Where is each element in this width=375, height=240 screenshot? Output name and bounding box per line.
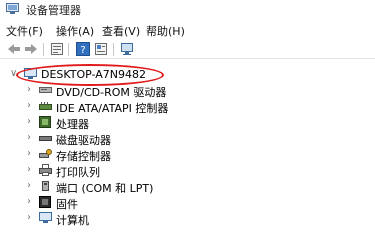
menu-bar: 文件(F) 操作(A) 查看(V) 帮助(H): [0, 19, 375, 40]
menu-view[interactable]: 查看(V): [102, 23, 140, 39]
title-bar: 设备管理器: [0, 0, 375, 19]
chevron-down-icon[interactable]: ∨: [10, 68, 19, 80]
toolbar-separator: [68, 43, 69, 56]
tree-root[interactable]: ∨ DESKTOP-A7N9482: [0, 66, 375, 83]
root-label: DESKTOP-A7N9482: [41, 68, 147, 81]
toolbar-separator: [113, 43, 114, 56]
forward-arrow-icon[interactable]: [24, 42, 38, 56]
firmware-icon: [39, 196, 52, 208]
scan-hardware-icon[interactable]: [120, 42, 134, 56]
chevron-right-icon[interactable]: ›: [27, 180, 36, 192]
tree-item[interactable]: › 端口 (COM 和 LPT): [0, 178, 375, 195]
computer-icon: [24, 68, 37, 80]
update-driver-icon[interactable]: [94, 42, 108, 56]
port-icon: [39, 180, 52, 192]
storage-controller-icon: [39, 148, 52, 160]
chevron-right-icon[interactable]: ›: [27, 164, 36, 176]
menu-help[interactable]: 帮助(H): [146, 23, 185, 39]
tree-item[interactable]: › 处理器: [0, 114, 375, 131]
tree-item[interactable]: › DVD/CD-ROM 驱动器: [0, 82, 375, 99]
properties-icon[interactable]: [50, 42, 64, 56]
ide-controller-icon: [39, 100, 52, 112]
device-manager-icon: [6, 3, 19, 15]
device-tree: ∨ DESKTOP-A7N9482 › DVD/CD-ROM 驱动器 › IDE…: [0, 60, 375, 227]
tree-item-label: 计算机: [56, 214, 89, 227]
chevron-right-icon[interactable]: ›: [27, 84, 36, 96]
chevron-right-icon[interactable]: ›: [27, 116, 36, 128]
dvd-drive-icon: [39, 84, 52, 96]
chevron-right-icon[interactable]: ›: [27, 212, 36, 224]
tree-item[interactable]: › 打印队列: [0, 162, 375, 179]
window-title: 设备管理器: [26, 4, 81, 17]
processor-icon: [39, 116, 52, 128]
tree-item[interactable]: › IDE ATA/ATAPI 控制器: [0, 98, 375, 115]
chevron-right-icon[interactable]: ›: [27, 132, 36, 144]
menu-file[interactable]: 文件(F): [6, 23, 43, 39]
disk-drive-icon: [39, 132, 52, 144]
toolbar-separator: [43, 43, 44, 56]
menu-action[interactable]: 操作(A): [56, 23, 94, 39]
back-arrow-icon[interactable]: [7, 42, 21, 56]
printer-icon: [39, 164, 52, 176]
tree-item[interactable]: › 固件: [0, 194, 375, 211]
computer-icon: [39, 212, 52, 224]
toolbar: ?: [0, 40, 375, 59]
chevron-right-icon[interactable]: ›: [27, 148, 36, 160]
tree-item[interactable]: › 磁盘驱动器: [0, 130, 375, 147]
tree-item[interactable]: › 计算机: [0, 210, 375, 227]
chevron-right-icon[interactable]: ›: [27, 100, 36, 112]
tree-item[interactable]: › 存储控制器: [0, 146, 375, 163]
help-icon[interactable]: ?: [76, 42, 90, 56]
chevron-right-icon[interactable]: ›: [27, 196, 36, 208]
svg-text:?: ?: [80, 45, 85, 56]
